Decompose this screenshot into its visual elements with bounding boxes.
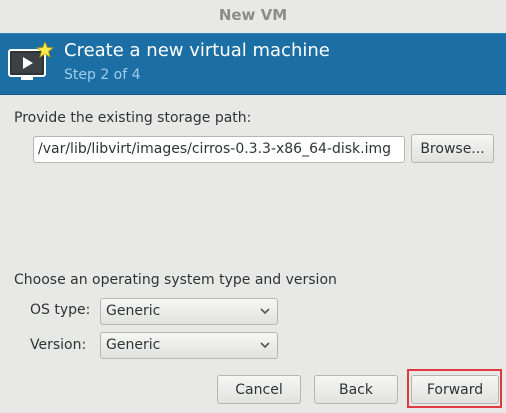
cancel-button-label: Cancel <box>235 381 283 398</box>
wizard-title: Create a new virtual machine <box>64 40 330 61</box>
os-type-select[interactable]: Generic <box>100 298 278 325</box>
storage-path-input[interactable]: /var/lib/libvirt/images/cirros-0.3.3-x86… <box>33 136 405 163</box>
vm-screen-star-icon <box>8 42 55 80</box>
wizard-step: Step 2 of 4 <box>64 67 141 83</box>
os-type-value: Generic <box>106 303 161 319</box>
wizard-header: Create a new virtual machine Step 2 of 4 <box>0 33 506 95</box>
storage-path-label: Provide the existing storage path: <box>14 110 252 126</box>
forward-highlight-box <box>407 369 502 408</box>
browse-button-label: Browse... <box>420 140 485 157</box>
cancel-button[interactable]: Cancel <box>217 375 301 404</box>
version-label: Version: <box>30 337 87 353</box>
back-button-label: Back <box>339 381 373 398</box>
version-select[interactable]: Generic <box>100 332 278 359</box>
os-section-label: Choose an operating system type and vers… <box>14 272 337 288</box>
version-value: Generic <box>106 337 161 353</box>
back-button[interactable]: Back <box>314 375 398 404</box>
chevron-down-icon <box>260 308 270 315</box>
browse-button[interactable]: Browse... <box>411 134 494 163</box>
chevron-down-icon <box>260 342 270 349</box>
window-titlebar: New VM <box>0 0 506 30</box>
window-title: New VM <box>218 6 288 24</box>
os-type-label: OS type: <box>30 302 91 318</box>
